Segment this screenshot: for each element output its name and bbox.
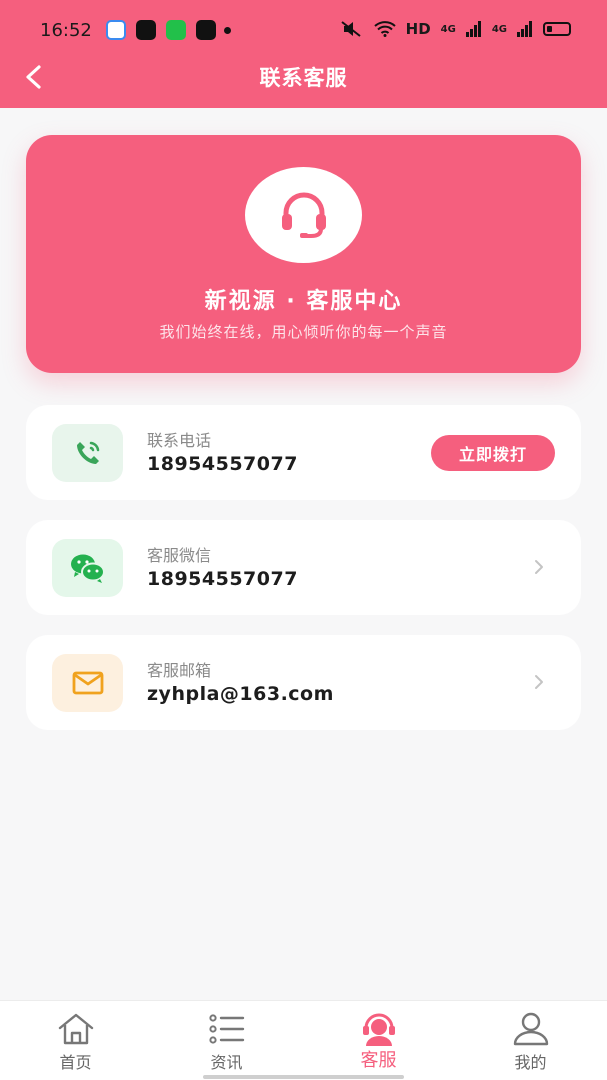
battery-icon <box>543 22 571 36</box>
call-now-button[interactable]: 立即拨打 <box>431 435 555 471</box>
contact-card-wechat[interactable]: 客服微信 18954557077 <box>26 520 581 615</box>
tab-news[interactable]: 资讯 <box>151 1001 302 1080</box>
browser-app-icon <box>106 20 126 40</box>
status-bar: 16:52 HD 4G 4G <box>0 0 607 60</box>
bottom-tab-bar: 首页 资讯 客服 我的 <box>0 1000 607 1080</box>
user-icon <box>510 1009 552 1049</box>
signal-icon <box>465 21 481 37</box>
service-center-title: 新视源 · 客服中心 <box>204 289 403 314</box>
tab-service[interactable]: 客服 <box>303 1001 454 1080</box>
mute-icon <box>341 21 361 37</box>
wechat-icon <box>70 554 105 583</box>
headset-icon-badge <box>245 167 362 263</box>
status-indicators: HD 4G 4G <box>340 20 571 38</box>
mail-icon <box>72 671 103 695</box>
wechat-label: 客服微信 <box>147 546 212 565</box>
hd-label: HD <box>405 20 431 38</box>
grid-app-icon <box>166 20 186 40</box>
contact-card-phone: 联系电话 18954557077 立即拨打 <box>26 405 581 500</box>
mail-icon-badge <box>52 654 123 712</box>
email-address: zyhpla@163.com <box>147 683 334 705</box>
chevron-right-icon <box>535 560 543 574</box>
tab-news-label: 资讯 <box>210 1053 243 1072</box>
service-center-subtitle: 我们始终在线，用心倾听你的每一个声音 <box>159 323 448 341</box>
notification-dot-icon <box>224 27 231 34</box>
chevron-right-icon <box>535 675 543 689</box>
tiktok-app-icon-2 <box>196 20 216 40</box>
tab-mine[interactable]: 我的 <box>455 1001 606 1080</box>
email-label: 客服邮箱 <box>147 661 212 680</box>
list-icon <box>206 1009 248 1049</box>
header-bar: 16:52 HD 4G 4G 联系客服 <box>0 0 607 108</box>
signal-4g-label: 4G <box>440 23 456 35</box>
service-center-banner: 新视源 · 客服中心 我们始终在线，用心倾听你的每一个声音 <box>26 135 581 373</box>
contact-card-email[interactable]: 客服邮箱 zyhpla@163.com <box>26 635 581 730</box>
tab-service-label: 客服 <box>360 1050 397 1071</box>
signal-4g-label-2: 4G <box>491 23 507 35</box>
wechat-id: 18954557077 <box>147 568 298 590</box>
phone-number: 18954557077 <box>147 453 298 475</box>
phone-icon <box>76 441 99 464</box>
page-title: 联系客服 <box>259 66 348 90</box>
tiktok-app-icon <box>136 20 156 40</box>
phone-label: 联系电话 <box>147 431 212 450</box>
status-time: 16:52 <box>40 20 92 41</box>
headset-icon <box>281 192 326 238</box>
tab-home-label: 首页 <box>59 1053 92 1072</box>
home-icon <box>55 1009 97 1049</box>
phone-icon-badge <box>52 424 123 482</box>
wifi-icon <box>373 21 396 37</box>
wechat-icon-badge <box>52 539 123 597</box>
service-icon <box>358 1009 400 1049</box>
home-indicator <box>203 1075 404 1079</box>
tab-mine-label: 我的 <box>514 1053 547 1072</box>
signal-icon-2 <box>517 21 532 37</box>
tab-home[interactable]: 首页 <box>0 1001 151 1080</box>
